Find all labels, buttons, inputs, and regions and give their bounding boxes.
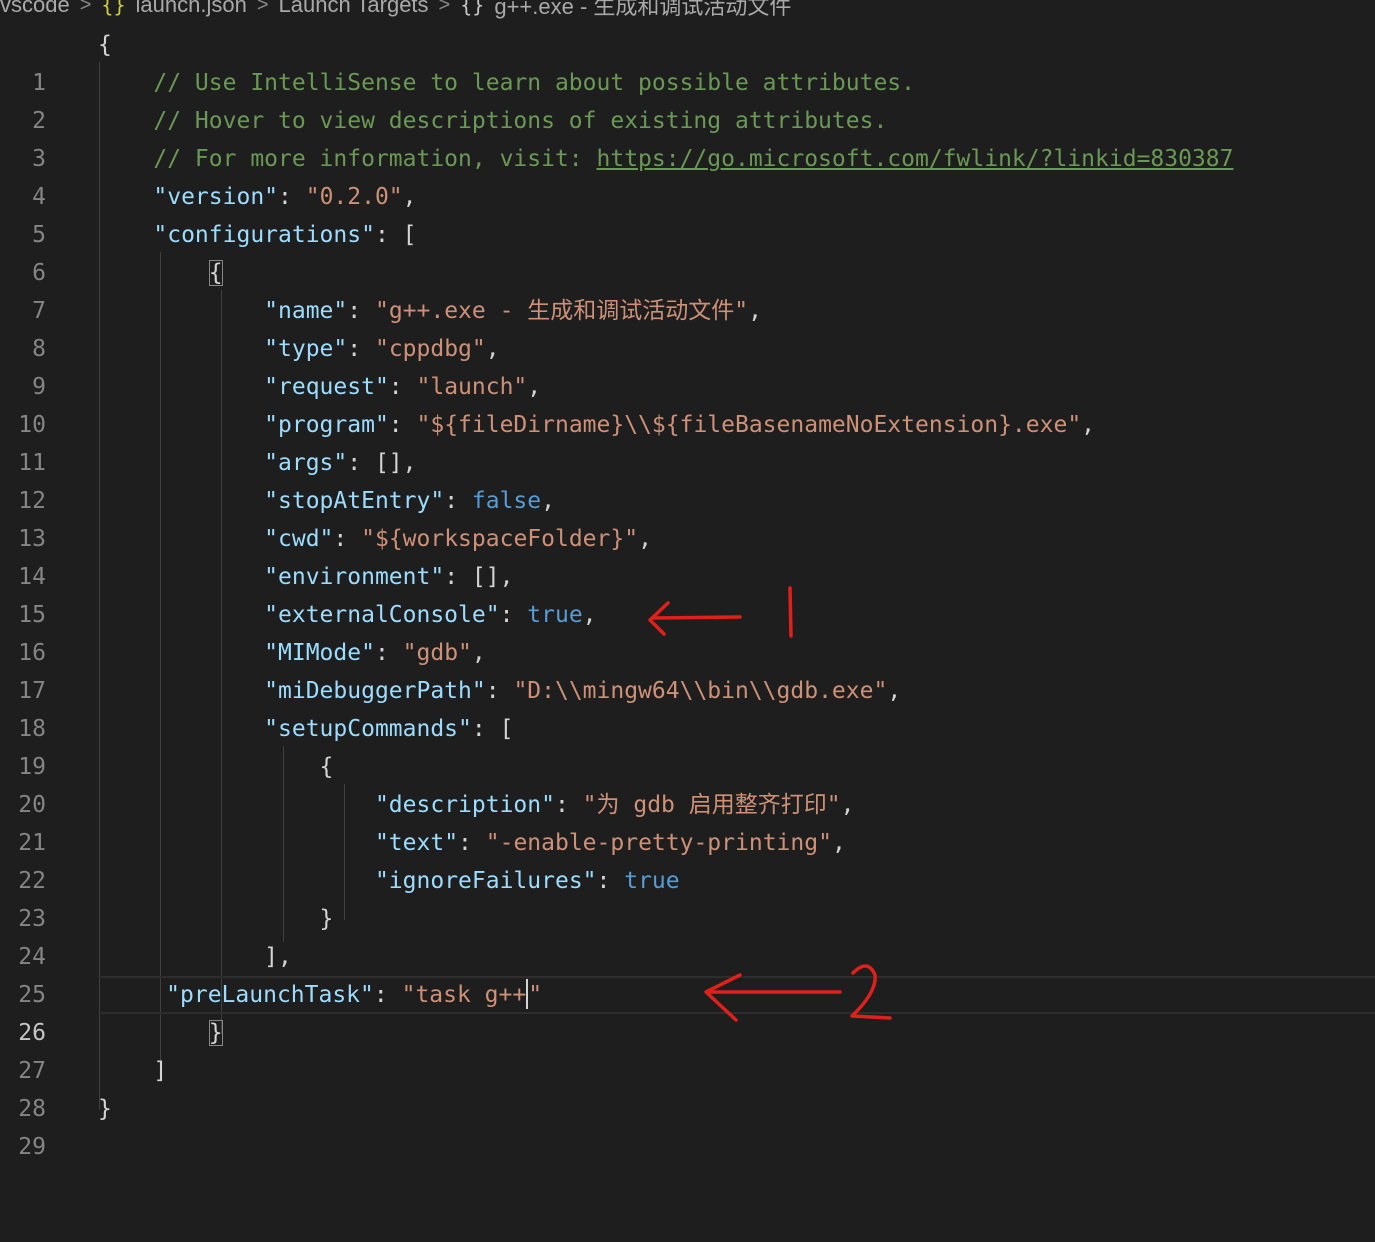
json-key: "environment" [264, 564, 445, 590]
breadcrumb-section[interactable]: Launch Targets [279, 0, 429, 18]
chevron-right-icon: > [438, 0, 451, 16]
code-line[interactable]: 19 "setupCommands": [ [0, 710, 1375, 780]
json-key: "configurations" [153, 222, 375, 248]
json-string: "0.2.0" [305, 184, 403, 210]
json-string: "D:\\mingw64\\bin\\gdb.exe" [513, 678, 888, 704]
code-line[interactable]: 10 "request": "launch", [0, 368, 1375, 438]
open-brace: { [98, 32, 112, 58]
code-line[interactable]: 14 "cwd": "${workspaceFolder}", [0, 520, 1375, 590]
code-line[interactable]: 22 "text": "-enable-pretty-printing", [0, 824, 1375, 894]
json-icon: {} [101, 0, 126, 17]
code-line[interactable]: 15 "environment": [], [0, 558, 1375, 628]
code-editor[interactable]: 1 { 2 // Use IntelliSense to learn about… [0, 26, 1375, 1179]
code-line[interactable]: 1 { [0, 26, 1375, 96]
json-key: "ignoreFailures" [374, 868, 597, 894]
json-string: "gdb" [402, 640, 472, 666]
json-key: "description" [374, 792, 555, 818]
code-line[interactable]: 2 // Use IntelliSense to learn about pos… [0, 64, 1375, 134]
code-line[interactable]: 29 } [0, 1090, 1375, 1160]
code-line[interactable]: 8 "name": "g++.exe - 生成和调试活动文件", [0, 292, 1375, 362]
code-line[interactable]: 23 "ignoreFailures": true [0, 862, 1375, 932]
json-key: "externalConsole" [264, 602, 500, 628]
breadcrumb-folder[interactable]: vscode [0, 0, 70, 18]
breadcrumb-item[interactable]: g++.exe - 生成和调试活动文件 [494, 0, 791, 21]
json-key: "miDebuggerPath" [264, 678, 486, 704]
json-string: "-enable-pretty-printing" [485, 830, 832, 856]
code-line[interactable]: 27 } [0, 1014, 1375, 1084]
json-string: "task g++ [401, 982, 527, 1008]
line-number: 29 [18, 1134, 46, 1160]
json-key: "request" [264, 374, 389, 400]
chevron-right-icon: > [256, 0, 269, 16]
json-string: "cppdbg" [374, 336, 486, 362]
matched-bracket: { [208, 260, 223, 286]
code-line[interactable]: 16 "externalConsole": true, [0, 596, 1375, 666]
code-line[interactable]: 25 ], [0, 938, 1375, 1008]
code-line[interactable]: 7 { [0, 254, 1375, 324]
code-line[interactable]: 9 "type": "cppdbg", [0, 330, 1375, 400]
breadcrumb: vscode > {} launch.json > Launch Targets… [0, 0, 1375, 20]
breadcrumb-file[interactable]: launch.json [136, 0, 247, 18]
code-line[interactable]: 11 "program": "${fileDirname}\\${fileBas… [0, 406, 1375, 476]
code-line[interactable]: 4 // For more information, visit: https:… [0, 140, 1375, 210]
code-line[interactable]: 5 "version": "0.2.0", [0, 178, 1375, 248]
code-line[interactable]: 12 "args": [], [0, 444, 1375, 514]
comment: // Use IntelliSense to learn about possi… [153, 70, 915, 96]
matched-bracket: } [208, 1020, 223, 1046]
code-line[interactable]: 28 ] [0, 1052, 1375, 1122]
code-line[interactable]: 17 "MIMode": "gdb", [0, 634, 1375, 704]
json-key: "name" [264, 298, 348, 324]
json-key: "text" [374, 830, 459, 856]
code-line[interactable]: 6 "configurations": [ [0, 216, 1375, 286]
json-key: "MIMode" [264, 640, 375, 666]
code-line[interactable]: 13 "stopAtEntry": false, [0, 482, 1375, 552]
help-link[interactable]: https://go.microsoft.com/fwlink/?linkid=… [597, 146, 1234, 172]
object-icon: {} [460, 0, 485, 17]
comment: // Hover to view descriptions of existin… [153, 108, 888, 134]
json-key: "cwd" [264, 526, 334, 552]
json-string-end: " [528, 982, 543, 1008]
json-string: "${fileDirname}\\${fileBasenameNoExtensi… [416, 412, 1082, 438]
json-string: "${workspaceFolder}" [361, 526, 639, 552]
json-key: "type" [264, 336, 348, 362]
json-key: "preLaunchTask" [166, 982, 374, 1008]
json-string: "为 gdb 启用整齐打印" [582, 792, 841, 818]
json-string: "launch" [416, 374, 528, 400]
json-boolean: false [471, 488, 542, 514]
json-key: "stopAtEntry" [264, 488, 445, 514]
json-key: "setupCommands" [264, 716, 472, 742]
json-key: "program" [264, 412, 389, 438]
code-line[interactable]: 20 { [0, 748, 1375, 818]
json-boolean: true [527, 602, 583, 628]
json-key: "args" [264, 450, 348, 476]
json-boolean: true [624, 868, 680, 894]
code-line[interactable]: 3 // Hover to view descriptions of exist… [0, 102, 1375, 172]
chevron-right-icon: > [79, 0, 92, 16]
comment: // For more information, visit: [153, 146, 597, 172]
json-key: "version" [153, 184, 279, 210]
code-line[interactable]: 18 "miDebuggerPath": "D:\\mingw64\\bin\\… [0, 672, 1375, 742]
current-code-line[interactable]: 26 "preLaunchTask": "task g++" [18, 976, 1375, 1046]
json-string: "g++.exe - 生成和调试活动文件" [374, 298, 749, 324]
code-line[interactable]: 24 } [0, 900, 1375, 970]
code-line[interactable]: 21 "description": "为 gdb 启用整齐打印", [0, 786, 1375, 856]
